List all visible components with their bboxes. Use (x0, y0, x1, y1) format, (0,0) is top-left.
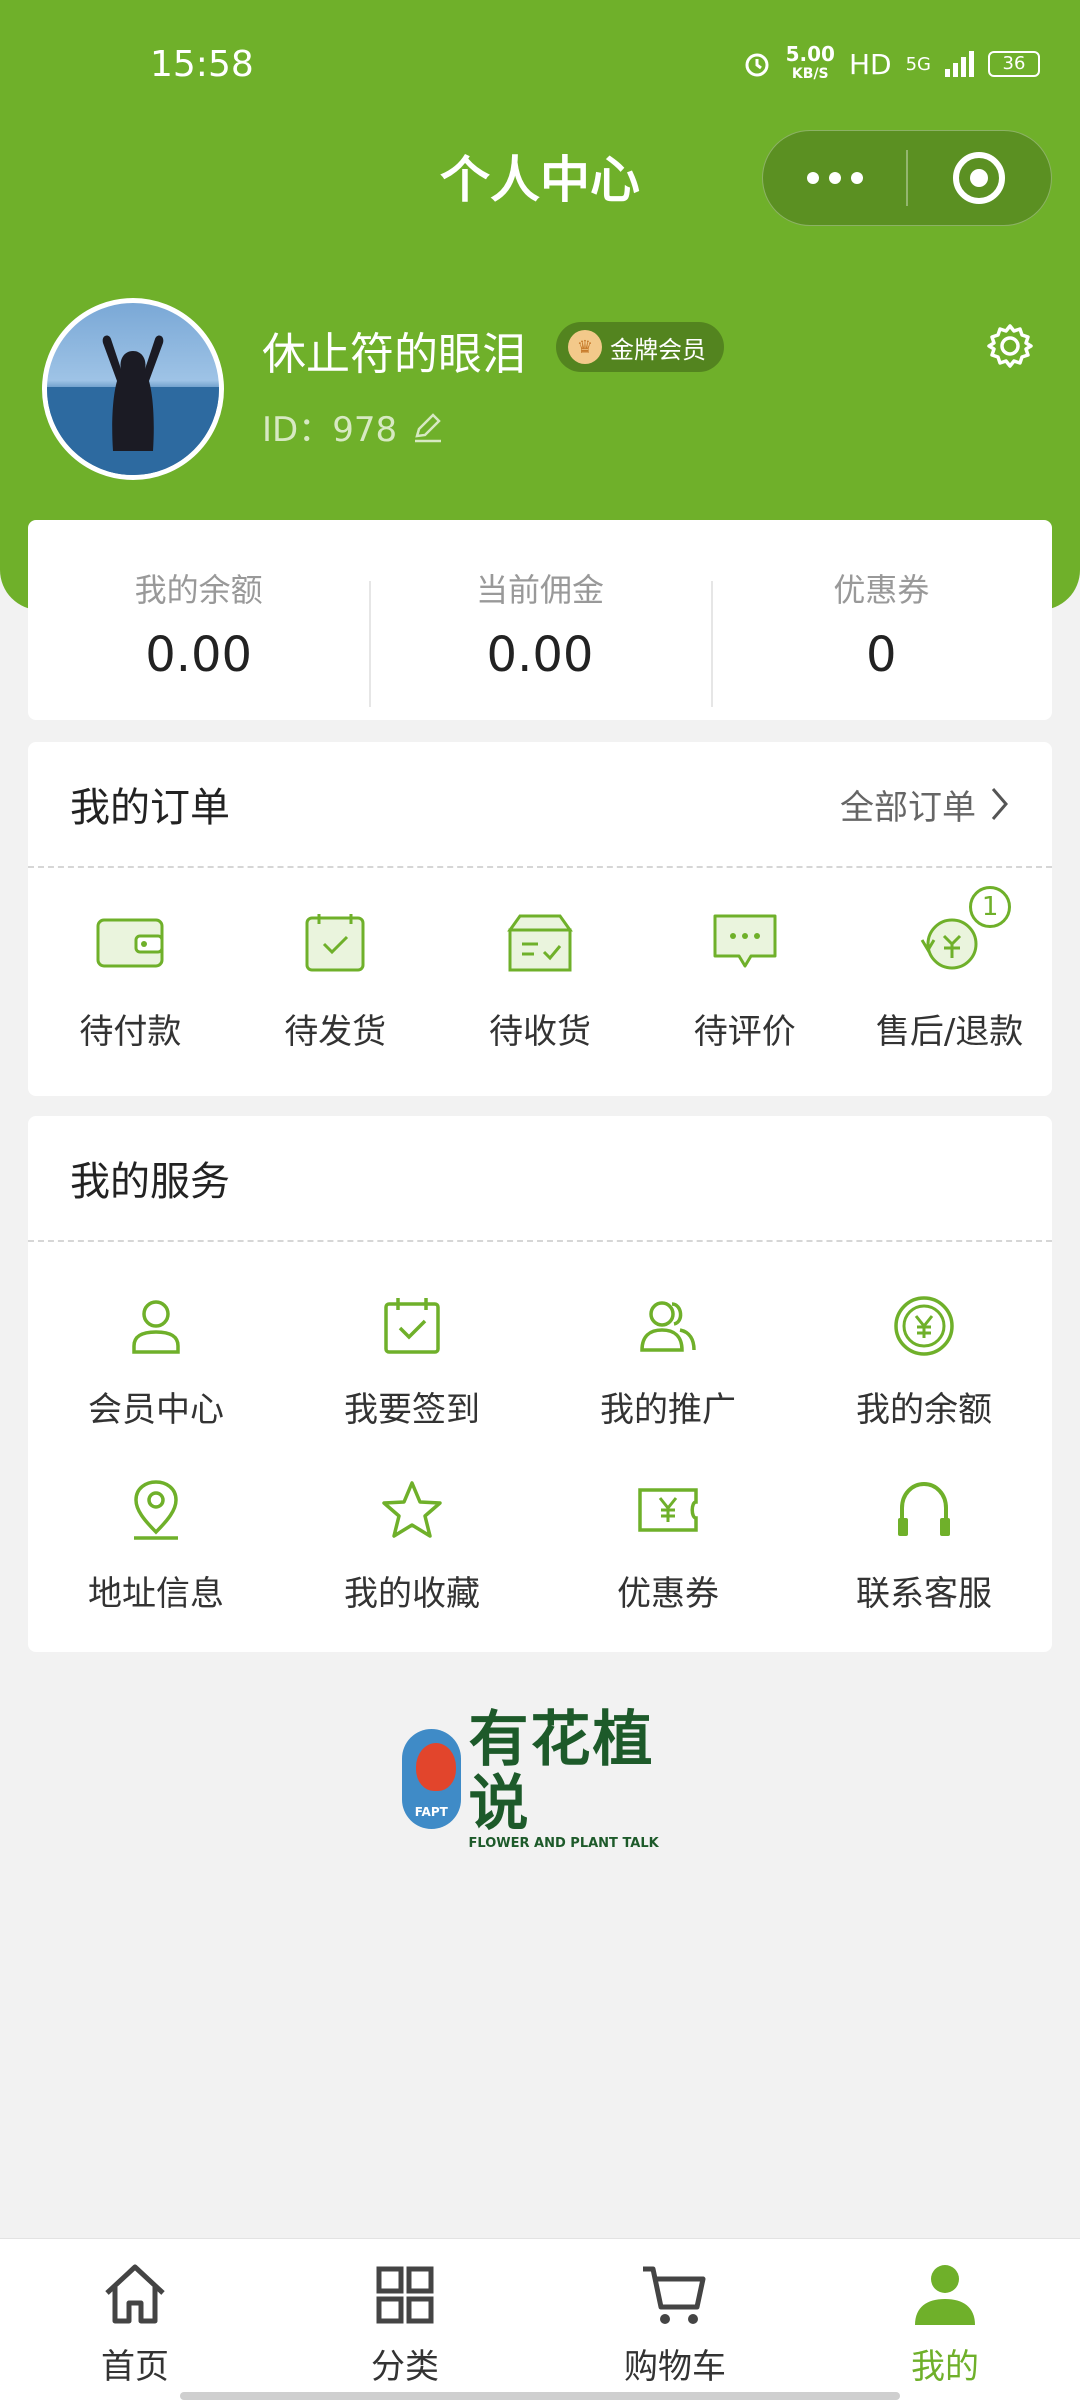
order-pending-receipt[interactable]: 待收货 (438, 910, 643, 1053)
home-icon (105, 2264, 165, 2324)
calendar-check-icon (384, 1298, 440, 1354)
home-indicator (180, 2392, 900, 2400)
status-icons: 5.00 KB/S HD 5G 36 (742, 44, 1040, 84)
user-id-text: ID：978 (262, 410, 398, 450)
member-badge: ♛ 金牌会员 (556, 322, 724, 372)
stat-commission[interactable]: 当前佣金 0.00 (369, 557, 710, 707)
after-sales-count-badge: 1 (969, 886, 1012, 928)
tab-category[interactable]: 分类 (270, 2239, 540, 2400)
member-level: 金牌会员 (610, 335, 706, 364)
tab-mine[interactable]: 我的 (810, 2239, 1080, 2400)
service-promotion[interactable]: 我的推广 (540, 1294, 796, 1478)
orders-card: 我的订单 全部订单 待付款 待发货 待收货 待评价 1 售后/退款 (28, 742, 1052, 1096)
order-pending-payment[interactable]: 待付款 (28, 910, 233, 1053)
service-balance[interactable]: 我的余额 (796, 1294, 1052, 1478)
chat-icon (713, 914, 777, 968)
all-orders-link[interactable]: 全部订单 (840, 780, 1010, 829)
stat-balance[interactable]: 我的余额 0.00 (28, 557, 369, 683)
more-icon[interactable] (763, 172, 906, 184)
headset-icon (898, 1481, 950, 1536)
service-member-center[interactable]: 会员中心 (28, 1294, 284, 1478)
stats-card: 我的余额 0.00 当前佣金 0.00 优惠券 0 (28, 520, 1052, 720)
status-bar: 15:58 5.00 KB/S HD 5G 36 (0, 0, 1080, 130)
crown-icon: ♛ (568, 330, 602, 364)
box-icon (507, 914, 573, 972)
settings-gear-icon[interactable] (984, 320, 1036, 372)
chevron-right-icon (991, 788, 1008, 820)
users-icon (640, 1301, 696, 1352)
close-target-icon[interactable] (908, 152, 1051, 204)
username: 休止符的眼泪 (262, 329, 526, 380)
avatar[interactable] (42, 298, 224, 480)
user-id: ID：978 (262, 402, 445, 451)
user-icon (132, 1300, 180, 1354)
grid-icon (376, 2266, 434, 2324)
wallet-icon (96, 918, 164, 968)
service-customer-support[interactable]: 联系客服 (796, 1478, 1052, 1662)
logo-badge: FAPT (402, 1729, 461, 1829)
coupon-icon (638, 1488, 698, 1532)
tab-cart[interactable]: 购物车 (540, 2239, 810, 2400)
battery-icon: 36 (988, 51, 1040, 77)
signal-icon (945, 51, 974, 77)
yen-coin-icon (894, 1296, 954, 1356)
tab-home[interactable]: 首页 (0, 2239, 270, 2400)
calendar-check-icon (305, 914, 365, 972)
service-coupons[interactable]: 优惠券 (540, 1478, 796, 1662)
status-time: 15:58 (150, 44, 254, 85)
stat-coupons[interactable]: 优惠券 0 (710, 557, 1052, 707)
order-after-sales[interactable]: 1 售后/退款 (847, 886, 1052, 1053)
service-check-in[interactable]: 我要签到 (284, 1294, 540, 1478)
person-icon (915, 2265, 975, 2325)
bottom-tab-bar: 首页 分类 购物车 我的 (0, 2238, 1080, 2400)
logo-en-text: FLOWER AND PLANT TALK (468, 1835, 659, 1851)
network-speed: 5.00 KB/S (785, 42, 835, 82)
cart-icon (643, 2266, 706, 2324)
orders-title: 我的订单 (70, 785, 230, 831)
order-pending-review[interactable]: 待评价 (642, 910, 847, 1053)
order-pending-shipment[interactable]: 待发货 (233, 910, 438, 1053)
location-icon (134, 1480, 178, 1540)
services-title: 我的服务 (70, 1159, 230, 1205)
brand-logo: FAPT 有花植说 FLOWER AND PLANT TALK (402, 1708, 682, 1851)
star-icon (382, 1481, 442, 1538)
hd-label: HD (848, 47, 892, 81)
mini-program-capsule (762, 130, 1052, 226)
services-card: 我的服务 会员中心 我要签到 我的推广 我的余额 地址信息 我的收藏 优惠券 联… (28, 1116, 1052, 1652)
edit-icon[interactable] (411, 410, 445, 444)
service-address[interactable]: 地址信息 (28, 1478, 284, 1662)
alarm-icon (745, 53, 769, 77)
logo-cn-text: 有花植说 (468, 1704, 655, 1839)
network-type: 5G (905, 53, 931, 75)
service-favorites[interactable]: 我的收藏 (284, 1478, 540, 1662)
